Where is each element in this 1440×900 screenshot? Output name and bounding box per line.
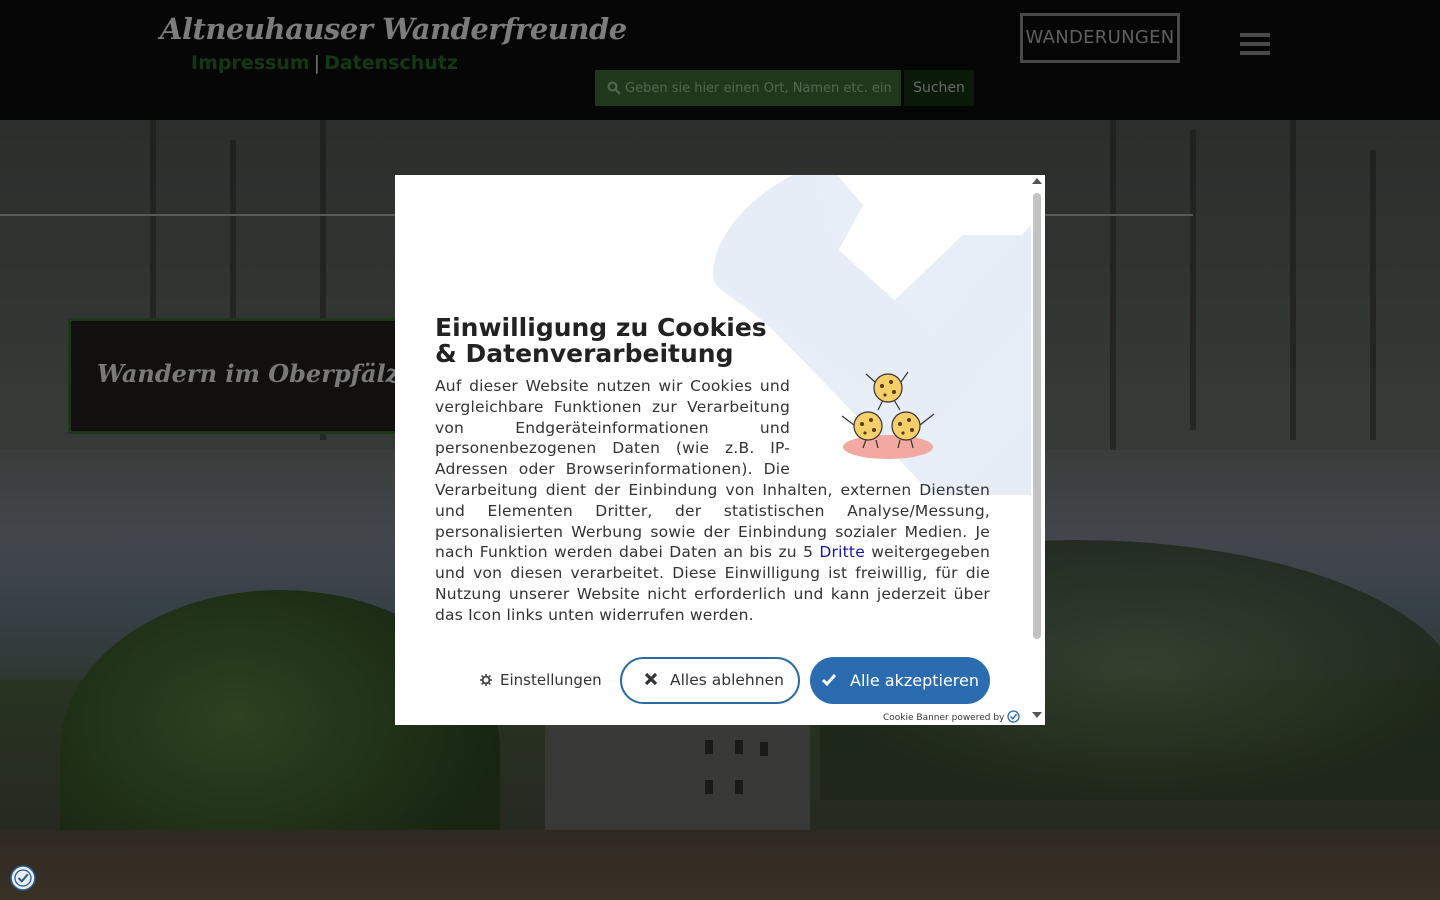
accept-all-label: Alle akzeptieren — [850, 671, 980, 690]
checkmark-icon — [821, 674, 837, 687]
accept-all-button[interactable]: Alle akzeptieren — [810, 657, 990, 704]
consent-logo-icon — [1007, 710, 1021, 723]
cookie-consent-dialog: Einwilligung zu Cookies & Datenverarbeit… — [395, 175, 1045, 725]
powered-by-label: Cookie Banner powered by — [883, 713, 1005, 723]
close-icon — [644, 672, 658, 686]
powered-by[interactable]: Cookie Banner powered by — [883, 710, 1021, 723]
dialog-title: Einwilligung zu Cookies & Datenverarbeit… — [435, 313, 767, 368]
gear-icon — [480, 674, 492, 686]
third-parties-link[interactable]: Dritte — [819, 543, 865, 561]
consent-settings-icon[interactable] — [9, 864, 37, 892]
scroll-up-arrow-icon[interactable] — [1032, 178, 1042, 184]
settings-button[interactable]: Einstellungen — [480, 671, 602, 691]
scroll-down-arrow-icon[interactable] — [1032, 712, 1042, 718]
reject-all-button[interactable]: Alles ablehnen — [620, 657, 800, 704]
reject-all-label: Alles ablehnen — [670, 671, 784, 689]
settings-label: Einstellungen — [500, 671, 602, 689]
scrollbar-thumb[interactable] — [1033, 193, 1041, 639]
cookies-illustration-icon — [841, 371, 935, 459]
